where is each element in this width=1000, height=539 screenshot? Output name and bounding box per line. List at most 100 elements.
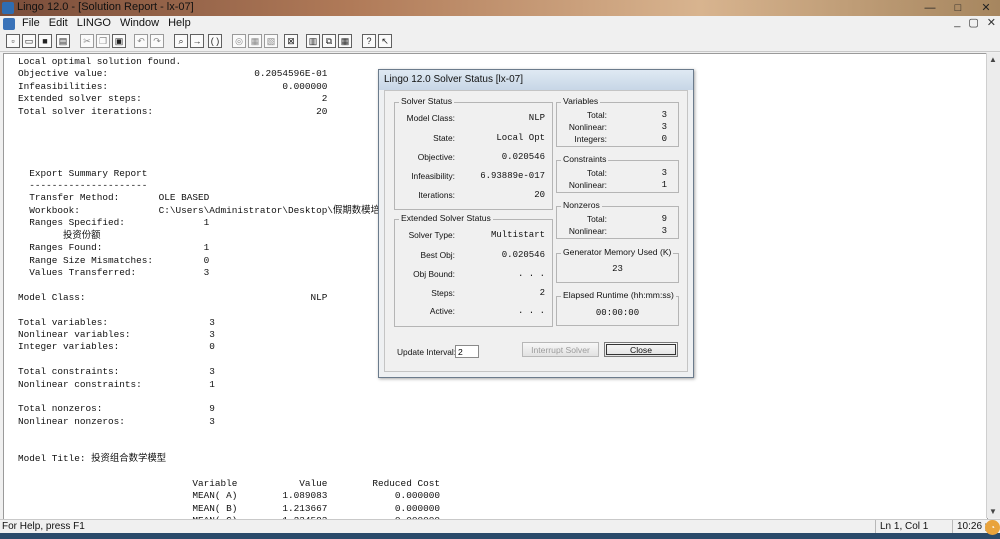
status-separator [952,520,953,534]
nonzeros-total-value: 9 [661,214,667,224]
menu-edit[interactable]: Edit [49,17,68,29]
solver-status-dialog: Lingo 12.0 Solver Status [lx-07] Solver … [378,69,694,378]
update-interval-input[interactable]: 2 [455,345,479,358]
new-icon[interactable]: ▫ [6,34,20,48]
nonzeros-total-label: Total: [586,214,607,224]
model-class-label: Model Class: [406,113,455,123]
elapsed-runtime-group: Elapsed Runtime (hh:mm:ss) 00:00:00 [556,290,679,326]
interrupt-solver-button[interactable]: Interrupt Solver [522,342,599,357]
lingo-app-window: Lingo 12.0 - [Solution Report - lx-07] —… [0,0,1000,539]
best-obj-label: Best Obj: [420,250,455,260]
state-label: State: [433,133,455,143]
variables-integers-label: Integers: [574,134,607,144]
menu-bar: File Edit LINGO Window Help _ ▢ ✕ [0,16,1000,32]
status-help-text: For Help, press F1 [2,521,85,532]
infeasibility-label: Infeasibility: [411,171,455,181]
infeasibility-value: 6.93889e-017 [480,171,545,181]
undo-icon[interactable]: ↶ [134,34,148,48]
dialog-body: Solver Status Model Class: NLP State: Lo… [384,90,688,372]
grid-icon[interactable]: ▦ [338,34,352,48]
variables-total-label: Total: [586,110,607,120]
paste-icon[interactable]: ▣ [112,34,126,48]
child-close-icon[interactable]: ✕ [987,16,996,29]
document-icon[interactable] [3,18,15,30]
child-window-controls: _ ▢ ✕ [954,16,996,29]
objective-label: Objective: [417,152,455,162]
dialog-title: Lingo 12.0 Solver Status [lx-07] [384,74,523,85]
nonzeros-heading: Nonzeros [561,200,602,210]
variables-total-value: 3 [661,110,667,120]
menu-lingo[interactable]: LINGO [77,17,111,29]
solver-type-value: Multistart [490,230,545,240]
tile-icon[interactable]: ▥ [306,34,320,48]
window-controls: — □ ✕ [916,0,1000,16]
variables-nonlinear-value: 3 [661,122,667,132]
close-all-icon[interactable]: ⊠ [284,34,298,48]
iterations-label: Iterations: [418,190,455,200]
scroll-up-icon[interactable]: ▲ [989,55,997,64]
nonzeros-nonlinear-label: Nonlinear: [568,226,607,236]
constraints-total-value: 3 [661,168,667,178]
window-title: Lingo 12.0 - [Solution Report - lx-07] [17,1,194,13]
constraints-group: Constraints Total: 3 Nonlinear: 1 [556,154,679,193]
print-icon[interactable]: ▤ [56,34,70,48]
cursor-position: Ln 1, Col 1 [880,521,929,532]
variables-heading: Variables [561,96,601,106]
generator-memory-group: Generator Memory Used (K) 23 [556,247,679,283]
generator-memory-heading: Generator Memory Used (K) [561,247,674,257]
active-label: Active: [429,306,455,316]
status-bar: For Help, press F1 Ln 1, Col 1 10:26 p [0,519,1000,534]
save-icon[interactable]: ■ [38,34,52,48]
open-icon[interactable]: ▭ [22,34,36,48]
minimize-icon[interactable]: — [916,0,944,16]
find-icon[interactable]: ⌕ [174,34,188,48]
status-separator [875,520,876,534]
elapsed-runtime-heading: Elapsed Runtime (hh:mm:ss) [561,290,676,300]
solver-status-group: Solver Status Model Class: NLP State: Lo… [394,96,553,210]
help-icon[interactable]: ? [362,34,376,48]
best-obj-value: 0.020546 [501,250,545,260]
dialog-title-bar[interactable]: Lingo 12.0 Solver Status [lx-07] [379,70,693,90]
toolbar: ▫ ▭ ■ ▤ ✂ ❐ ▣ ↶ ↷ ⌕ → ( ) ◎ ▦ ▧ ⊠ ▥ ⧉ ▦ … [0,33,1000,52]
match-paren-icon[interactable]: ( ) [208,34,222,48]
menu-file[interactable]: File [22,17,40,29]
cascade-icon[interactable]: ⧉ [322,34,336,48]
copy-icon[interactable]: ❐ [96,34,110,48]
variables-group: Variables Total: 3 Nonlinear: 3 Integers… [556,96,679,147]
nonzeros-nonlinear-value: 3 [661,226,667,236]
menu-window[interactable]: Window [120,17,159,29]
objective-value: 0.020546 [501,152,545,162]
close-window-icon[interactable]: ✕ [972,0,1000,16]
obj-bound-label: Obj Bound: [413,269,455,279]
variables-nonlinear-label: Nonlinear: [568,122,607,132]
constraints-heading: Constraints [561,154,609,164]
context-help-icon[interactable]: ↖ [378,34,392,48]
update-interval-label: Update Interval: [397,347,457,357]
cut-icon[interactable]: ✂ [80,34,94,48]
app-icon [2,2,14,14]
active-value: . . . [517,306,545,316]
vertical-scrollbar[interactable]: ▲ ▼ [986,53,1000,518]
solver-status-heading: Solver Status [399,96,455,106]
solution-icon[interactable]: ▦ [248,34,262,48]
child-restore-icon[interactable]: ▢ [968,16,978,29]
scroll-down-icon[interactable]: ▼ [989,507,997,516]
extended-solver-status-group: Extended Solver Status Solver Type: Mult… [394,213,553,327]
solver-type-label: Solver Type: [408,230,455,240]
constraints-total-label: Total: [586,168,607,178]
redo-icon[interactable]: ↷ [150,34,164,48]
steps-value: 2 [539,288,545,298]
matrix-picture-icon[interactable]: ▧ [264,34,278,48]
maximize-icon[interactable]: □ [944,0,972,16]
notification-badge-icon[interactable]: ◔ [985,520,1000,535]
generator-memory-value: 23 [557,264,678,274]
child-minimize-icon[interactable]: _ [954,16,960,29]
steps-label: Steps: [431,288,455,298]
close-button[interactable]: Close [604,342,678,357]
constraints-nonlinear-label: Nonlinear: [568,180,607,190]
elapsed-runtime-value: 00:00:00 [557,308,678,318]
solve-icon[interactable]: ◎ [232,34,246,48]
goto-icon[interactable]: → [190,34,204,48]
menu-help[interactable]: Help [168,17,191,29]
variables-integers-value: 0 [661,134,667,144]
